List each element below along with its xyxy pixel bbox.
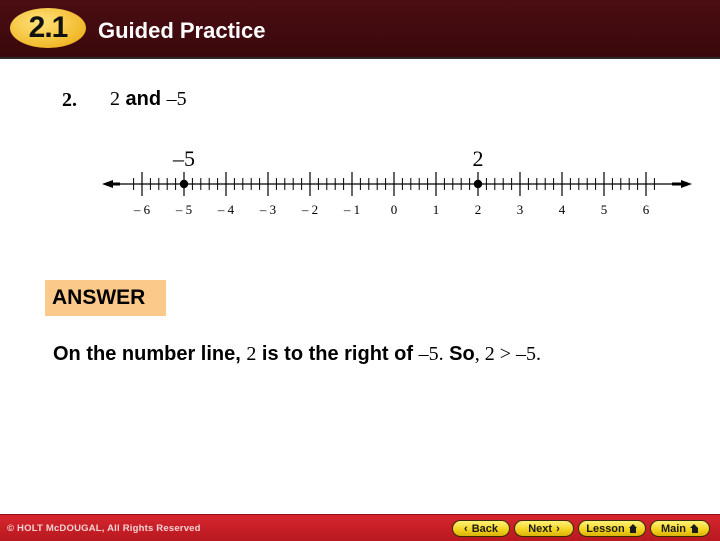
tick-label: 3 [517, 202, 524, 217]
tick-label: – 5 [175, 202, 192, 217]
tick-label: 6 [643, 202, 650, 217]
home-icon [690, 524, 699, 533]
answer-label: ANSWER [45, 280, 166, 316]
answer-part: 2 [246, 343, 257, 365]
next-button-label: Next [528, 522, 553, 535]
number-line: – 6 – 5 – 4 – 3 – 2 – 1 0 1 2 3 4 5 6 –5 2 [102, 146, 692, 217]
tick-label: 0 [391, 202, 398, 217]
lesson-button[interactable]: Lesson [578, 520, 646, 537]
tick-label: – 1 [343, 202, 360, 217]
point-marker [179, 179, 189, 189]
point-label: 2 [473, 146, 484, 171]
answer-part: is to the right of [256, 343, 419, 365]
point-label: –5 [172, 146, 195, 171]
answer-part: , 2 > –5. [474, 343, 541, 365]
tick-label: – 6 [133, 202, 151, 217]
answer-part: So [443, 343, 475, 365]
answer-part: On the number line, [53, 343, 247, 365]
back-button-label: Back [471, 522, 498, 535]
home-icon [628, 524, 638, 533]
point-marker [473, 179, 483, 189]
answer-text: On the number line, 2 is to the right of… [53, 343, 541, 366]
tick-label: 5 [601, 202, 608, 217]
tick-label: 4 [559, 202, 566, 217]
copyright-text: © HOLT McDOUGAL, All Rights Reserved [7, 523, 201, 534]
tick-label: 1 [433, 202, 440, 217]
footer-bar: © HOLT McDOUGAL, All Rights Reserved ‹ B… [0, 514, 720, 541]
chevron-left-icon: ‹ [464, 522, 468, 535]
next-button[interactable]: Next › [514, 520, 574, 537]
answer-part: –5. [418, 343, 444, 365]
main-button[interactable]: Main [650, 520, 710, 537]
tick-label: – 2 [301, 202, 318, 217]
main-button-label: Main [660, 522, 687, 535]
back-button[interactable]: ‹ Back [452, 520, 510, 537]
tick-label: 2 [475, 202, 482, 217]
tick-label: – 4 [217, 202, 235, 217]
chevron-right-icon: › [556, 522, 560, 535]
tick-label: – 3 [259, 202, 276, 217]
lesson-button-label: Lesson [586, 522, 625, 535]
